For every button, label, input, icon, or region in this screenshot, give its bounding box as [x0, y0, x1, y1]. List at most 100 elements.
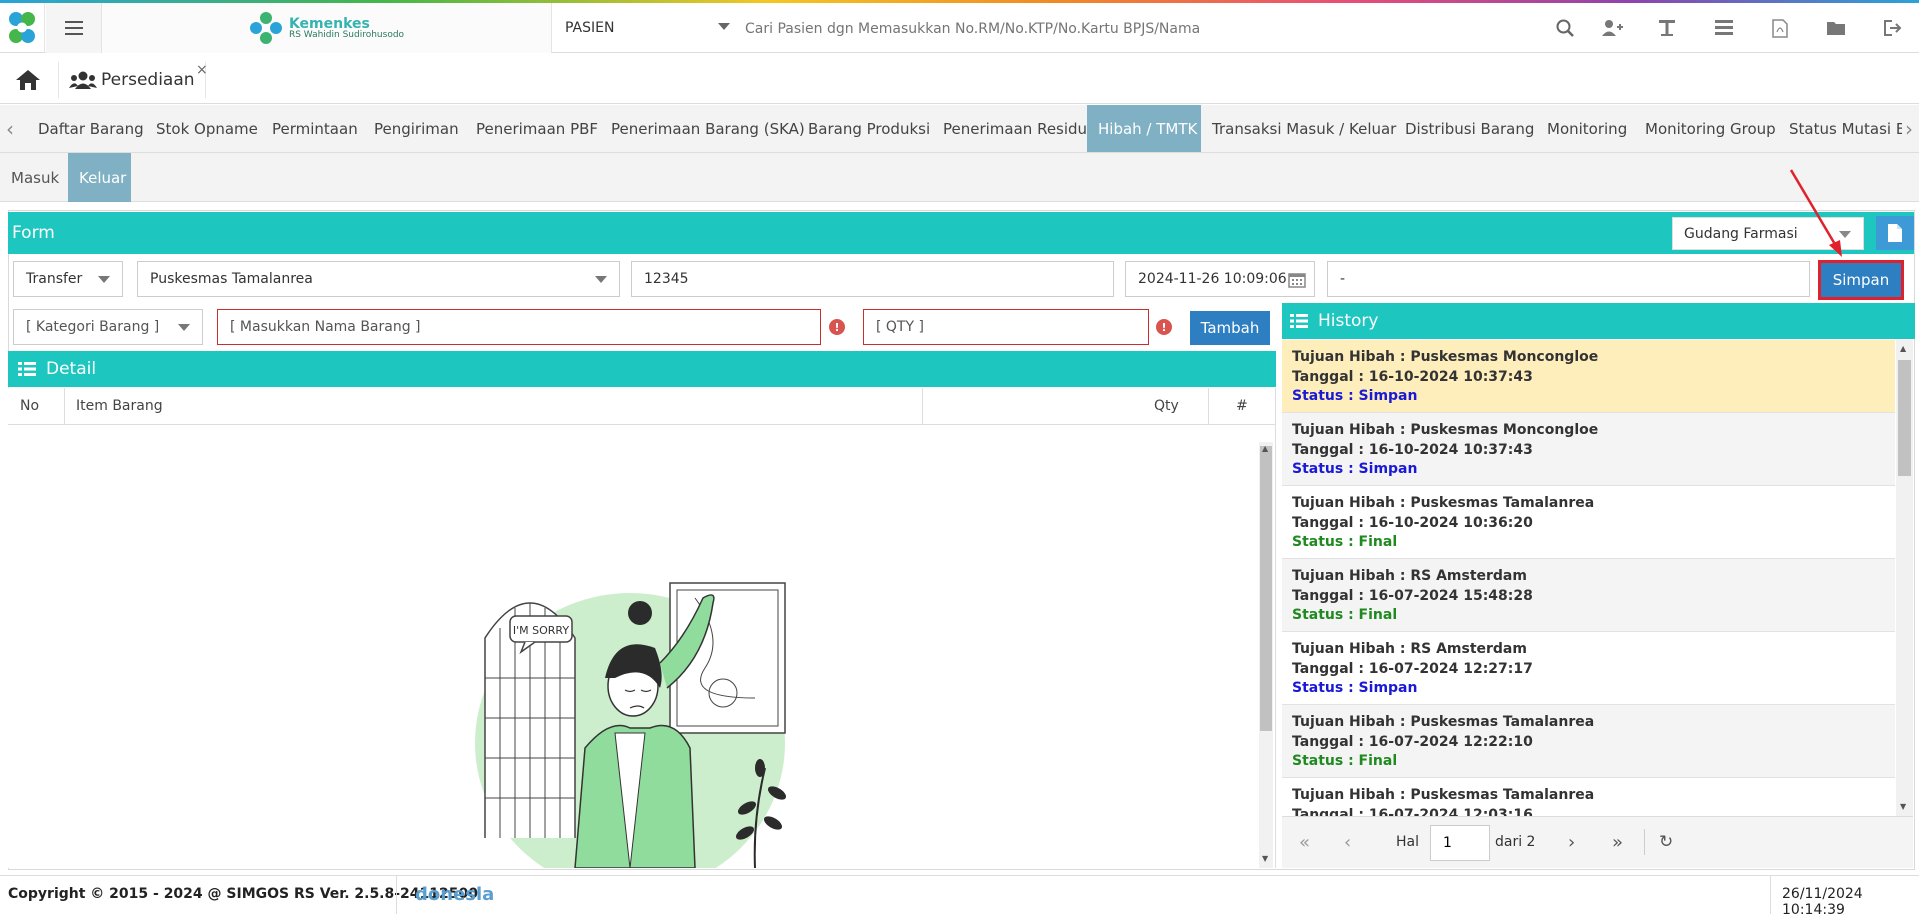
- tab-transaksi-masuk-keluar[interactable]: Transaksi Masuk / Keluar: [1201, 105, 1407, 152]
- annotation-arrow-icon: [1789, 169, 1842, 257]
- scroll-up-icon[interactable]: ▲: [1900, 344, 1906, 353]
- save-button[interactable]: Simpan: [1818, 260, 1904, 300]
- folder-icon[interactable]: [1814, 3, 1858, 53]
- tab-distribusi-barang[interactable]: Distribusi Barang: [1394, 105, 1545, 152]
- add-item-button[interactable]: Tambah: [1190, 311, 1270, 345]
- app-logo[interactable]: [0, 3, 45, 53]
- patient-search-input[interactable]: [745, 17, 1505, 41]
- tab-hibah-tmtk[interactable]: Hibah / TMTK: [1087, 105, 1201, 152]
- kategori-placeholder: [ Kategori Barang ]: [26, 319, 160, 335]
- nama-barang-input[interactable]: [ Masukkan Nama Barang ]: [217, 309, 821, 345]
- refresh-icon[interactable]: ↻: [1659, 832, 1673, 852]
- tab-permintaan[interactable]: Permintaan: [261, 105, 369, 152]
- history-item[interactable]: Tujuan Hibah : Puskesmas Tamalanrea Tang…: [1282, 778, 1895, 816]
- prev-page-icon[interactable]: ‹: [1344, 832, 1351, 853]
- search-icon[interactable]: [1543, 3, 1587, 53]
- document-icon: [1888, 224, 1902, 242]
- page-total: dari 2: [1495, 834, 1536, 850]
- subtab-masuk[interactable]: Masuk: [0, 153, 70, 202]
- calendar-icon[interactable]: [1288, 271, 1306, 288]
- history-tujuan: Tujuan Hibah : RS Amsterdam: [1292, 568, 1527, 584]
- history-tanggal: Tanggal : 16-10-2024 10:37:43: [1292, 368, 1533, 385]
- history-tujuan: Tujuan Hibah : Puskesmas Moncongloe: [1292, 349, 1599, 365]
- text-icon[interactable]: [1645, 3, 1689, 53]
- menu-toggle-button[interactable]: [46, 3, 102, 53]
- list-icon: [1290, 314, 1308, 328]
- history-item[interactable]: Tujuan Hibah : Puskesmas Tamalanrea Tang…: [1282, 705, 1895, 778]
- history-status: Status : Final: [1292, 534, 1398, 550]
- user-name: donesla: [415, 884, 495, 905]
- tab-monitoring-group[interactable]: Monitoring Group: [1634, 105, 1787, 152]
- history-scrollbar-thumb[interactable]: [1898, 360, 1911, 476]
- page-number-input[interactable]: [1430, 825, 1490, 861]
- history-item[interactable]: Tujuan Hibah : Puskesmas Moncongloe Tang…: [1282, 340, 1895, 413]
- tab-barang-produksi[interactable]: Barang Produksi: [797, 105, 941, 152]
- scroll-down-icon[interactable]: ▼: [1262, 854, 1268, 863]
- history-item[interactable]: Tujuan Hibah : Puskesmas Tamalanrea Tang…: [1282, 486, 1895, 559]
- chevron-down-icon: [718, 23, 730, 30]
- history-tanggal: Tanggal : 16-10-2024 10:36:20: [1292, 514, 1533, 531]
- users-icon: [69, 71, 97, 89]
- brand-name: Kemenkes: [288, 15, 370, 32]
- tujuan-value: Puskesmas Tamalanrea: [150, 271, 313, 287]
- kategori-barang-select[interactable]: [ Kategori Barang ]: [13, 309, 203, 345]
- first-page-icon[interactable]: «: [1299, 832, 1310, 853]
- next-page-icon[interactable]: ›: [1568, 832, 1575, 853]
- list-icon[interactable]: [1702, 3, 1746, 53]
- history-tanggal: Tanggal : 16-07-2024 12:22:10: [1292, 733, 1533, 750]
- subtab-keluar[interactable]: Keluar: [68, 153, 131, 202]
- qty-input[interactable]: [ QTY ]: [863, 309, 1149, 345]
- detail-header: Detail: [8, 351, 1276, 387]
- tab-monitoring[interactable]: Monitoring: [1536, 105, 1638, 152]
- detail-scrollbar-thumb[interactable]: [1260, 446, 1272, 731]
- history-status: Status : Simpan: [1292, 388, 1418, 404]
- jenis-select[interactable]: Transfer: [13, 261, 123, 297]
- error-icon: !: [1156, 319, 1172, 335]
- history-status: Status : Final: [1292, 753, 1398, 769]
- history-item[interactable]: Tujuan Hibah : RS Amsterdam Tanggal : 16…: [1282, 559, 1895, 632]
- column-header-item: Item Barang: [76, 398, 163, 414]
- jenis-value: Transfer: [26, 271, 83, 287]
- nomor-value: 12345: [644, 271, 689, 287]
- tujuan-select[interactable]: Puskesmas Tamalanrea: [137, 261, 620, 297]
- tab-stok-opname[interactable]: Stok Opname: [145, 105, 269, 152]
- last-page-icon[interactable]: »: [1612, 832, 1623, 853]
- history-tujuan: Tujuan Hibah : Puskesmas Tamalanrea: [1292, 787, 1595, 803]
- history-tanggal: Tanggal : 16-07-2024 15:48:28: [1292, 587, 1533, 604]
- history-item[interactable]: Tujuan Hibah : Puskesmas Moncongloe Tang…: [1282, 413, 1895, 486]
- tab-penerimaan-pbf[interactable]: Penerimaan PBF: [465, 105, 609, 152]
- history-tujuan: Tujuan Hibah : Puskesmas Tamalanrea: [1292, 714, 1595, 730]
- tanggal-field[interactable]: 2024-11-26 10:09:06: [1125, 261, 1315, 297]
- nomor-field[interactable]: 12345: [631, 261, 1114, 297]
- history-item[interactable]: Tujuan Hibah : RS Amsterdam Tanggal : 16…: [1282, 632, 1895, 705]
- page-label: Hal: [1396, 834, 1419, 850]
- scroll-down-icon[interactable]: ▼: [1900, 802, 1906, 811]
- chevron-down-icon: [178, 324, 190, 331]
- tab-penerimaan-barang-ska[interactable]: Penerimaan Barang (SKA): [600, 105, 816, 152]
- tab-pengiriman[interactable]: Pengiriman: [363, 105, 470, 152]
- close-icon[interactable]: ×: [196, 62, 208, 78]
- kemenkes-logo-icon: [249, 12, 282, 44]
- home-icon[interactable]: [14, 68, 50, 96]
- chevron-right-icon[interactable]: ›: [1902, 117, 1913, 141]
- form-title: Form: [12, 223, 55, 243]
- chevron-left-icon[interactable]: ‹: [6, 117, 14, 141]
- empty-state-illustration: I'M SORRY: [475, 582, 787, 868]
- keterangan-field[interactable]: -: [1327, 261, 1810, 297]
- module-tab-persediaan[interactable]: Persediaan: [58, 62, 206, 98]
- history-status: Status : Simpan: [1292, 680, 1418, 696]
- list-icon: [18, 362, 36, 376]
- tab-status-mutasi[interactable]: Status Mutasi E: [1778, 105, 1916, 152]
- tab-daftar-barang[interactable]: Daftar Barang: [27, 105, 155, 152]
- column-header-no: No: [20, 398, 40, 414]
- history-tanggal: Tanggal : 16-07-2024 12:27:17: [1292, 660, 1533, 677]
- patient-mode-select[interactable]: PASIEN: [553, 3, 740, 53]
- tab-penerimaan-residu[interactable]: Penerimaan Residu: [932, 105, 1098, 152]
- add-user-icon[interactable]: [1590, 3, 1634, 53]
- scroll-up-icon[interactable]: ▲: [1262, 444, 1268, 453]
- pdf-icon[interactable]: [1758, 3, 1802, 53]
- new-document-button[interactable]: [1876, 216, 1914, 250]
- logout-icon[interactable]: [1871, 3, 1915, 53]
- menu-tab-bar: ‹ Daftar Barang Stok Opname Permintaan P…: [0, 105, 1919, 153]
- keterangan-value: -: [1340, 271, 1346, 287]
